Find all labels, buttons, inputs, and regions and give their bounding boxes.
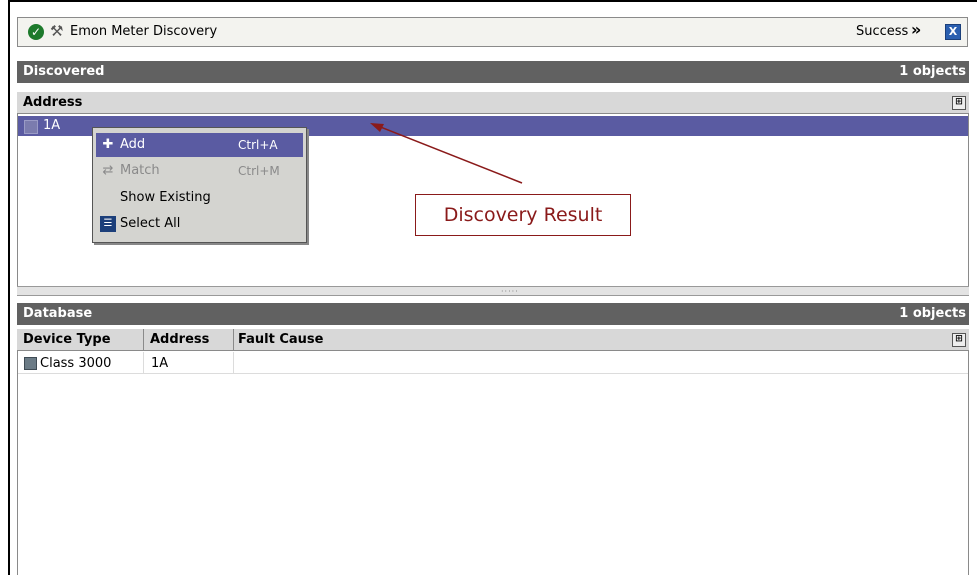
- menu-item-label: Select All: [120, 216, 181, 231]
- cell-device-type: Class 3000: [40, 356, 112, 371]
- database-title: Database: [23, 306, 93, 321]
- cell-separator: [233, 352, 234, 373]
- column-chooser-icon[interactable]: ⊞: [952, 96, 966, 110]
- menu-item-show-existing[interactable]: Show Existing: [96, 186, 303, 210]
- database-pane-header: Database 1 objects: [17, 303, 969, 325]
- add-icon: ✚: [102, 137, 114, 152]
- menu-item-shortcut: Ctrl+M: [238, 164, 280, 178]
- column-address[interactable]: Address: [23, 95, 82, 110]
- column-device-type[interactable]: Device Type: [23, 332, 111, 347]
- job-bar: ✓ ⚒ Emon Meter Discovery Success » X: [17, 17, 968, 47]
- discovered-count: 1 objects: [899, 64, 966, 79]
- column-address[interactable]: Address: [150, 332, 209, 347]
- context-menu: ✚ Add Ctrl+A ⇄ Match Ctrl+M Show Existin…: [92, 127, 307, 243]
- database-row[interactable]: Class 3000 1A: [18, 352, 968, 374]
- match-icon: ⇄: [102, 163, 114, 178]
- discovered-pane-header: Discovered 1 objects: [17, 61, 969, 83]
- device-icon: [24, 120, 38, 134]
- menu-item-label: Show Existing: [120, 190, 211, 205]
- column-chooser-icon[interactable]: ⊞: [952, 333, 966, 347]
- database-table-body: [17, 351, 969, 575]
- database-count: 1 objects: [899, 306, 966, 321]
- device-icon: [24, 357, 37, 370]
- success-check-icon: ✓: [28, 24, 44, 40]
- frame-left-border: [8, 0, 10, 575]
- discovered-column-header: Address ⊞: [17, 92, 969, 114]
- menu-item-add[interactable]: ✚ Add Ctrl+A: [96, 133, 303, 157]
- pane-splitter[interactable]: ·····: [17, 286, 969, 296]
- hammer-icon: ⚒: [50, 22, 64, 40]
- column-separator[interactable]: [233, 329, 234, 350]
- job-title: Emon Meter Discovery: [70, 24, 218, 39]
- menu-item-shortcut: Ctrl+A: [238, 138, 278, 152]
- close-button[interactable]: X: [945, 24, 961, 40]
- discovery-result-callout: Discovery Result: [415, 194, 631, 236]
- more-chevron-icon[interactable]: »: [911, 20, 921, 39]
- discovered-title: Discovered: [23, 64, 105, 79]
- select-all-icon: ☰: [100, 216, 116, 232]
- column-fault-cause[interactable]: Fault Cause: [238, 332, 323, 347]
- frame-top-border: [8, 0, 977, 2]
- column-separator[interactable]: [143, 329, 144, 350]
- database-column-header: Device Type Address Fault Cause ⊞: [17, 329, 969, 351]
- job-status: Success: [856, 24, 909, 39]
- menu-item-select-all[interactable]: ☰ Select All: [96, 212, 303, 236]
- row-address: 1A: [43, 118, 61, 133]
- menu-item-label: Match: [120, 163, 160, 178]
- menu-item-label: Add: [120, 137, 146, 152]
- cell-separator: [143, 352, 144, 373]
- splitter-grip-icon: ·····: [501, 287, 519, 296]
- cell-address: 1A: [151, 356, 169, 371]
- menu-item-match[interactable]: ⇄ Match Ctrl+M: [96, 159, 303, 183]
